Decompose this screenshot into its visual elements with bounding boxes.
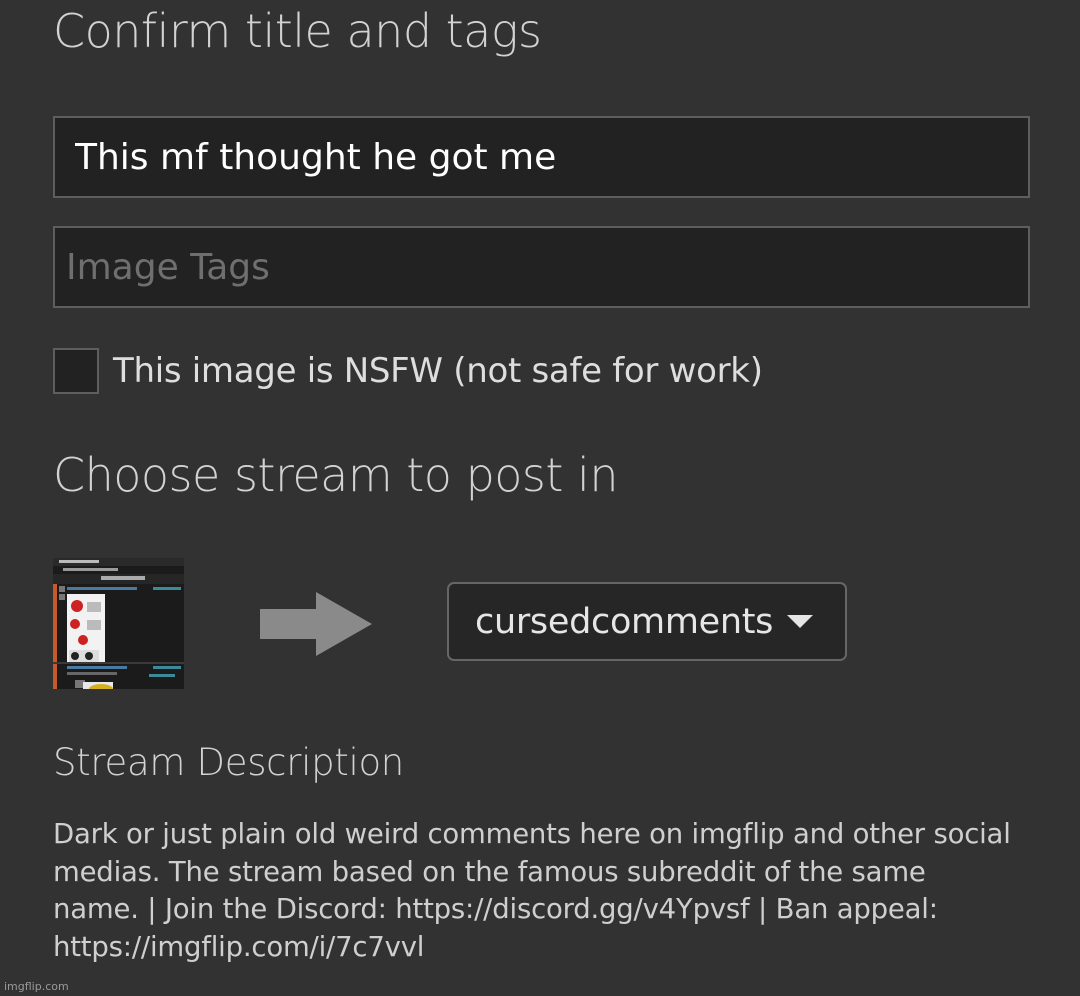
title-input[interactable] <box>53 116 1030 198</box>
nsfw-checkbox[interactable] <box>53 348 99 394</box>
post-image-form: Confirm title and tags This image is NSF… <box>0 0 1080 996</box>
caret-down-icon[interactable] <box>787 615 814 628</box>
choose-stream-heading: Choose stream to post in <box>53 448 618 502</box>
confirm-title-heading: Confirm title and tags <box>53 4 542 58</box>
right-arrow-icon <box>260 592 372 656</box>
imgflip-watermark: imgflip.com <box>4 980 69 993</box>
thumbnail-picture <box>53 558 184 689</box>
stream-select-value[interactable]: cursedcomments <box>475 602 773 642</box>
nsfw-row[interactable]: This image is NSFW (not safe for work) <box>53 348 763 394</box>
image-preview-thumbnail <box>53 558 184 689</box>
nsfw-label[interactable]: This image is NSFW (not safe for work) <box>113 351 763 391</box>
stream-select[interactable]: cursedcomments <box>447 582 847 661</box>
stream-description-text: Dark or just plain old weird comments he… <box>53 818 1011 963</box>
image-tags-input[interactable] <box>53 226 1030 308</box>
stream-description-heading: Stream Description <box>53 741 404 784</box>
